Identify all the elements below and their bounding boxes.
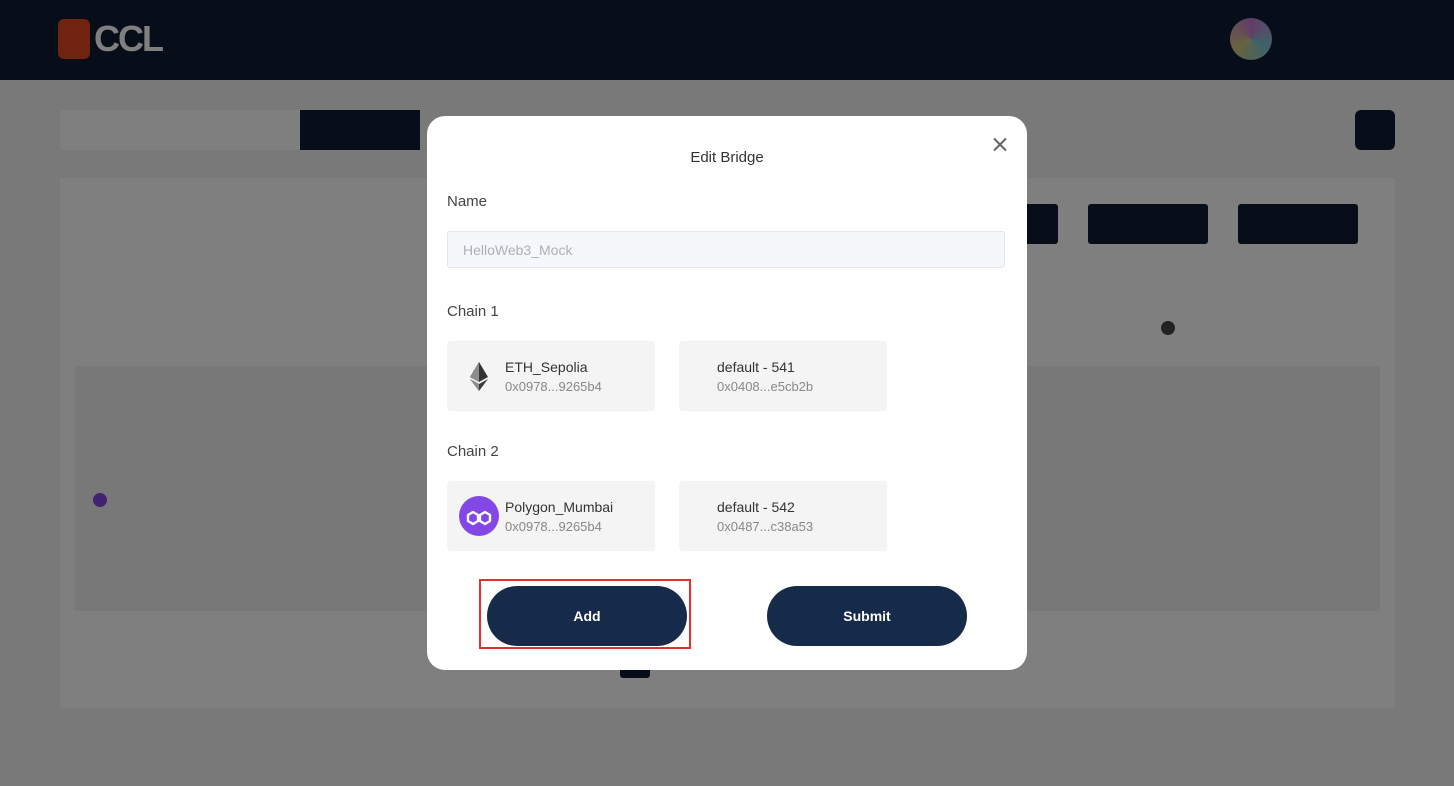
name-input[interactable] (447, 231, 1005, 268)
modal-title: Edit Bridge (690, 149, 764, 166)
chain2-network-address: 0x0978...9265b4 (505, 519, 602, 534)
chain2-network-card[interactable]: Polygon_Mumbai 0x0978...9265b4 (447, 481, 655, 551)
chain2-provider-card[interactable]: default - 542 0x0487...c38a53 (679, 481, 887, 551)
chain1-network-address: 0x0978...9265b4 (505, 379, 602, 394)
chain2-label: Chain 2 (447, 443, 499, 460)
ethereum-icon (470, 362, 488, 391)
chain2-provider-address: 0x0487...c38a53 (717, 519, 814, 534)
name-label: Name (447, 193, 488, 210)
chain1-provider-address: 0x0408...e5cb2b (717, 379, 814, 394)
chain2-provider-name: default - 542 (717, 499, 795, 515)
polygon-icon (459, 496, 499, 536)
chain1-network-card[interactable]: ETH_Sepolia 0x0978...9265b4 (447, 341, 655, 411)
edit-bridge-modal: Edit Bridge Name Chain 1 ETH_Sepolia 0x0… (427, 116, 1027, 670)
chain1-label: Chain 1 (447, 303, 499, 320)
add-button[interactable]: Add (487, 586, 687, 646)
chain1-provider-name: default - 541 (717, 359, 795, 375)
chain2-network-name: Polygon_Mumbai (505, 499, 614, 515)
submit-button[interactable]: Submit (767, 586, 967, 646)
close-icon[interactable] (989, 134, 1011, 156)
chain1-provider-card[interactable]: default - 541 0x0408...e5cb2b (679, 341, 887, 411)
chain1-network-name: ETH_Sepolia (505, 359, 588, 375)
